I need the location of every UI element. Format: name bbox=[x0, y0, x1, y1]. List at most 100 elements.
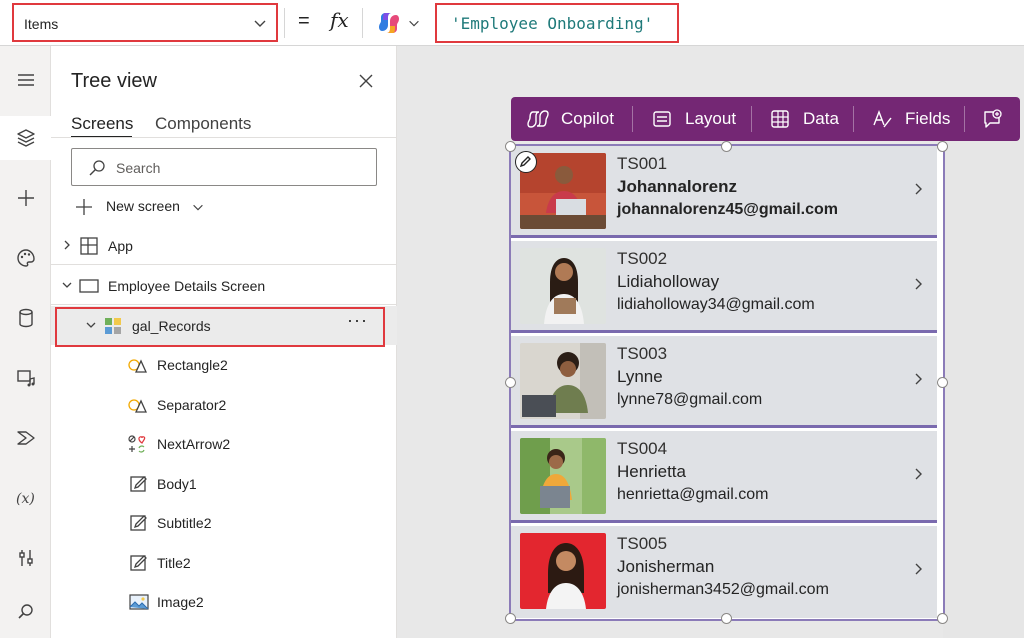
fx-icon[interactable]: fx bbox=[330, 8, 349, 32]
chevron-down-icon bbox=[62, 282, 72, 288]
tree-node-label: Subtitle2 bbox=[157, 515, 212, 531]
tab-screens[interactable]: Screens bbox=[71, 114, 133, 134]
layout-icon bbox=[653, 111, 671, 127]
gallery-item[interactable]: TS002 Lidiaholloway lidiaholloway34@gmai… bbox=[511, 241, 937, 333]
chevron-down-icon bbox=[409, 20, 419, 27]
search-icon bbox=[89, 160, 105, 176]
edit-template-button[interactable] bbox=[515, 151, 537, 173]
tree-node-rectangle2[interactable]: Rectangle2 bbox=[51, 345, 397, 384]
tree-node-separator2[interactable]: Separator2 bbox=[51, 385, 397, 424]
data-label: Data bbox=[803, 109, 839, 128]
resize-handle[interactable] bbox=[505, 141, 516, 152]
variables-button[interactable]: (x) bbox=[0, 476, 51, 520]
chevron-right-icon[interactable] bbox=[912, 562, 926, 576]
tree-node-app[interactable]: App bbox=[51, 226, 397, 265]
record-email: jonisherman3452@gmail.com bbox=[617, 581, 829, 598]
search-input[interactable]: Search bbox=[71, 148, 377, 186]
plus-icon bbox=[17, 190, 34, 206]
gallery-item[interactable]: TS001 Johannalorenz johannalorenz45@gmai… bbox=[511, 146, 937, 238]
resize-handle[interactable] bbox=[721, 141, 732, 152]
layout-button[interactable]: Layout bbox=[651, 97, 736, 141]
gallery-item[interactable]: TS004 Henrietta henrietta@gmail.com bbox=[511, 431, 937, 523]
tree-node-image2[interactable]: Image2 bbox=[51, 582, 397, 621]
chevron-right-icon[interactable] bbox=[912, 467, 926, 481]
divider bbox=[362, 8, 363, 38]
left-rail: (x) bbox=[0, 46, 51, 638]
formula-input[interactable]: 'Employee Onboarding' bbox=[435, 3, 679, 43]
record-id: TS002 bbox=[617, 249, 668, 268]
tools-icon bbox=[18, 550, 33, 566]
separator bbox=[511, 330, 937, 333]
tree-node-title2[interactable]: Title2 bbox=[51, 543, 397, 582]
hamburger-menu-button[interactable] bbox=[0, 58, 51, 102]
media-button[interactable] bbox=[0, 356, 51, 400]
data-button[interactable] bbox=[0, 296, 51, 340]
property-dropdown[interactable]: Items bbox=[12, 3, 278, 42]
chevron-right-icon bbox=[64, 240, 70, 250]
pencil-icon bbox=[519, 156, 531, 168]
variables-icon: (x) bbox=[16, 491, 35, 507]
employee-photo bbox=[520, 438, 606, 514]
gallery-item[interactable]: TS005 Jonisherman jonisherman3452@gmail.… bbox=[511, 526, 937, 618]
record-name: Lynne bbox=[617, 367, 663, 386]
resize-handle[interactable] bbox=[505, 613, 516, 624]
copilot-formula-button[interactable] bbox=[376, 10, 426, 36]
fields-button[interactable]: Fields bbox=[871, 97, 950, 141]
gallery-highlight-box bbox=[55, 307, 385, 347]
data-button[interactable]: Data bbox=[769, 97, 839, 141]
tree-node-subtitle2[interactable]: Subtitle2 bbox=[51, 503, 397, 542]
property-dropdown-value: Items bbox=[24, 16, 59, 32]
gallery-control[interactable]: TS001 Johannalorenz johannalorenz45@gmai… bbox=[509, 144, 945, 621]
screen-background bbox=[943, 140, 1024, 638]
record-email: henrietta@gmail.com bbox=[617, 486, 769, 503]
resize-handle[interactable] bbox=[937, 377, 948, 388]
record-id: TS004 bbox=[617, 439, 668, 458]
record-email: lynne78@gmail.com bbox=[617, 391, 763, 408]
record-email: lidiaholloway34@gmail.com bbox=[617, 296, 815, 313]
close-icon[interactable] bbox=[357, 72, 375, 90]
divider bbox=[964, 106, 965, 132]
gallery-item[interactable]: TS003 Lynne lynne78@gmail.com bbox=[511, 336, 937, 428]
table-icon bbox=[771, 110, 789, 128]
advanced-tools-button[interactable] bbox=[0, 536, 51, 580]
search-rail-button[interactable] bbox=[0, 590, 51, 634]
resize-handle[interactable] bbox=[721, 613, 732, 624]
record-name: Henrietta bbox=[617, 462, 686, 481]
tree-node-label: Body1 bbox=[157, 476, 197, 492]
record-id: TS003 bbox=[617, 344, 668, 363]
divider bbox=[284, 8, 285, 38]
resize-handle[interactable] bbox=[505, 377, 516, 388]
media-icon bbox=[16, 370, 35, 387]
tree-node-label: Separator2 bbox=[157, 397, 227, 413]
plus-icon bbox=[76, 199, 92, 215]
hamburger-icon bbox=[17, 74, 34, 86]
palette-icon bbox=[16, 249, 35, 267]
tree-node-label: NextArrow2 bbox=[157, 436, 231, 452]
record-name: Johannalorenz bbox=[617, 177, 737, 196]
resize-handle[interactable] bbox=[937, 613, 948, 624]
tree-node-body1[interactable]: Body1 bbox=[51, 464, 397, 503]
power-automate-button[interactable] bbox=[0, 416, 51, 460]
insert-button[interactable] bbox=[0, 176, 51, 220]
tree-node-label: App bbox=[108, 238, 133, 254]
themes-button[interactable] bbox=[0, 236, 51, 280]
copilot-icon bbox=[379, 13, 399, 33]
resize-handle[interactable] bbox=[937, 141, 948, 152]
tree-node-nextarrow2[interactable]: NextArrow2 bbox=[51, 424, 397, 463]
separator bbox=[511, 425, 937, 428]
comment-button[interactable] bbox=[981, 97, 1003, 141]
layers-icon bbox=[16, 129, 35, 147]
edit-text-icon bbox=[130, 515, 147, 531]
chevron-right-icon[interactable] bbox=[912, 277, 926, 291]
separator bbox=[511, 520, 937, 523]
fields-label: Fields bbox=[905, 109, 951, 128]
chevron-right-icon[interactable] bbox=[912, 372, 926, 386]
tree-node-screen[interactable]: Employee Details Screen bbox=[51, 266, 397, 305]
tab-components[interactable]: Components bbox=[155, 114, 251, 134]
copilot-button[interactable]: Copilot bbox=[527, 97, 614, 141]
tree-view-button[interactable] bbox=[0, 116, 51, 160]
layout-label: Layout bbox=[685, 109, 737, 128]
record-email: johannalorenz45@gmail.com bbox=[617, 201, 838, 218]
chevron-right-icon[interactable] bbox=[912, 182, 926, 196]
add-comment-icon bbox=[984, 109, 1002, 128]
